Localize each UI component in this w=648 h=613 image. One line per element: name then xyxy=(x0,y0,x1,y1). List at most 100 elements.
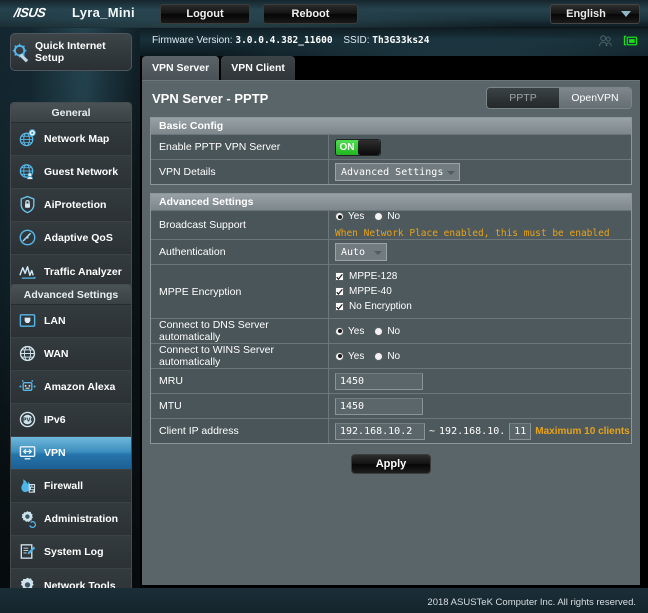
broadcast-radio-yes[interactable] xyxy=(335,212,344,221)
wins-radio-no[interactable] xyxy=(374,351,384,361)
row-label: Connect to DNS Server automatically xyxy=(151,319,329,343)
sidebar-item-amazon-alexa[interactable]: Amazon Alexa xyxy=(11,371,131,404)
tab-vpn-client[interactable]: VPN Client xyxy=(221,56,295,80)
sidebar-item-wan[interactable]: WAN xyxy=(11,338,131,371)
shield-icon xyxy=(18,195,38,215)
checkbox-label: No Encryption xyxy=(349,301,412,312)
mppe-128-checkbox[interactable] xyxy=(335,272,344,281)
row-label: MPPE Encryption xyxy=(151,265,329,318)
row-label: VPN Details xyxy=(151,160,329,184)
sidebar-item-label: Firewall xyxy=(44,480,84,492)
network-map-icon xyxy=(18,129,38,149)
sidebar-item-administration[interactable]: Administration xyxy=(11,503,131,536)
checkbox-row: MPPE-40 xyxy=(335,284,412,299)
apply-button[interactable]: Apply xyxy=(351,454,431,474)
vpn-mode-toggle: PPTP OpenVPN xyxy=(486,87,632,109)
sidebar-item-label: Traffic Analyzer xyxy=(44,265,122,278)
language-select[interactable]: English xyxy=(550,4,640,24)
row-label: Enable PPTP VPN Server xyxy=(151,135,329,159)
no-encryption-checkbox[interactable] xyxy=(335,302,344,311)
row-broadcast-support: Broadcast Support Yes No When Network Pl… xyxy=(151,211,631,240)
row-authentication: Authentication Auto xyxy=(151,240,631,265)
dns-radio-yes[interactable] xyxy=(335,326,344,336)
radio-label-no: No xyxy=(387,325,401,337)
logout-button[interactable]: Logout xyxy=(160,4,250,24)
router-admin-page: /ISUS Lyra_Mini Logout Reboot English Fi… xyxy=(0,0,648,613)
tab-vpn-server[interactable]: VPN Server xyxy=(142,56,220,80)
sidebar-item-label: IPv6 xyxy=(44,414,66,426)
sidebar-item-ipv6[interactable]: IPV6 IPv6 xyxy=(11,404,131,437)
sidebar-item-label: AiProtection xyxy=(44,199,107,211)
row-label: MTU xyxy=(151,394,329,418)
vpn-details-select[interactable]: Advanced Settings xyxy=(335,163,461,181)
sidebar-item-label: Guest Network xyxy=(44,166,119,178)
traffic-analyzer-icon xyxy=(18,262,38,282)
checkbox-label: MPPE-40 xyxy=(349,286,392,297)
sidebar-group-general-header: General xyxy=(11,103,131,123)
firewall-flame-icon xyxy=(18,476,38,496)
vpn-details-value: Advanced Settings xyxy=(341,166,444,178)
row-control: ~ 192.168.10. Maximum 10 clients xyxy=(329,419,631,443)
alexa-icon xyxy=(18,377,38,397)
gauge-icon xyxy=(18,228,38,248)
radio-label-yes: Yes xyxy=(348,325,365,337)
sidebar-item-vpn[interactable]: VPN xyxy=(11,437,131,470)
ipv6-icon: IPV6 xyxy=(18,410,38,430)
basic-config-section: Basic Config Enable PPTP VPN Server ON V… xyxy=(150,117,632,185)
row-client-ip-address: Client IP address ~ 192.168.10. Maximum … xyxy=(151,419,631,444)
row-dns-auto: Connect to DNS Server automatically Yes … xyxy=(151,319,631,344)
advanced-settings-header: Advanced Settings xyxy=(151,194,631,211)
mppe-checkbox-list: MPPE-128 MPPE-40 No Encryption xyxy=(335,265,412,318)
row-control: ON xyxy=(329,135,631,159)
reboot-button[interactable]: Reboot xyxy=(263,4,358,24)
client-ip-start-input[interactable] xyxy=(335,422,425,440)
basic-config-header: Basic Config xyxy=(151,118,631,135)
client-ip-note: Maximum 10 clients xyxy=(535,425,630,437)
toggle-knob xyxy=(358,139,380,155)
wins-radio-yes[interactable] xyxy=(335,351,344,361)
lan-port-icon xyxy=(18,311,38,331)
header-icon-group xyxy=(598,34,638,48)
mtu-input[interactable] xyxy=(335,397,423,415)
quick-setup-label: Quick Internet Setup xyxy=(35,40,106,64)
asus-logo: /ISUS xyxy=(12,5,47,20)
row-label: Connect to WINS Server automatically xyxy=(151,344,329,368)
sidebar-item-adaptive-qos[interactable]: Adaptive QoS xyxy=(11,222,131,255)
row-mtu: MTU xyxy=(151,394,631,419)
firmware-label: Firmware Version: xyxy=(152,35,233,46)
mode-button-openvpn[interactable]: OpenVPN xyxy=(559,88,631,108)
dns-radio-no[interactable] xyxy=(374,326,384,336)
checkbox-label: MPPE-128 xyxy=(349,271,398,282)
sidebar-item-label: VPN xyxy=(44,447,66,459)
dns-radio-group: Yes No xyxy=(335,326,406,337)
mru-input[interactable] xyxy=(335,372,423,390)
sidebar-item-lan[interactable]: LAN xyxy=(11,305,131,338)
sidebar-item-firewall[interactable]: Firewall xyxy=(11,470,131,503)
mppe-40-checkbox[interactable] xyxy=(335,287,344,296)
clients-users-icon[interactable] xyxy=(598,34,613,48)
row-wins-auto: Connect to WINS Server automatically Yes… xyxy=(151,344,631,369)
network-screens-icon[interactable] xyxy=(623,34,638,48)
client-ip-end-input[interactable] xyxy=(509,422,532,440)
sidebar-item-system-log[interactable]: System Log xyxy=(11,536,131,569)
row-control: Yes No xyxy=(329,344,631,368)
firmware-info-text: Firmware Version: 3.0.0.4.382_11600 SSID… xyxy=(152,35,429,46)
mode-button-pptp[interactable]: PPTP xyxy=(487,88,559,108)
sidebar-item-guest-network[interactable]: Guest Network xyxy=(11,156,131,189)
authentication-select[interactable]: Auto xyxy=(335,243,387,261)
sidebar-item-quick-internet-setup[interactable]: Quick Internet Setup xyxy=(10,33,132,71)
broadcast-radio-no[interactable] xyxy=(374,212,384,221)
enable-pptp-toggle[interactable]: ON xyxy=(335,138,381,156)
language-label: English xyxy=(566,8,606,20)
sidebar-item-label: Amazon Alexa xyxy=(44,381,116,393)
sidebar-group-advanced-header: Advanced Settings xyxy=(11,285,131,305)
broadcast-radio-group: Yes No xyxy=(335,211,406,222)
sidebar-item-label: LAN xyxy=(44,315,66,327)
sidebar-item-network-map[interactable]: Network Map xyxy=(11,123,131,156)
row-control: Advanced Settings xyxy=(329,160,631,184)
sidebar-item-label: Network Map xyxy=(44,133,110,145)
sidebar-item-label: Adaptive QoS xyxy=(44,232,113,244)
sidebar-item-label: System Log xyxy=(44,546,104,558)
row-label: Broadcast Support xyxy=(151,211,329,239)
sidebar-item-aiprotection[interactable]: AiProtection xyxy=(11,189,131,222)
